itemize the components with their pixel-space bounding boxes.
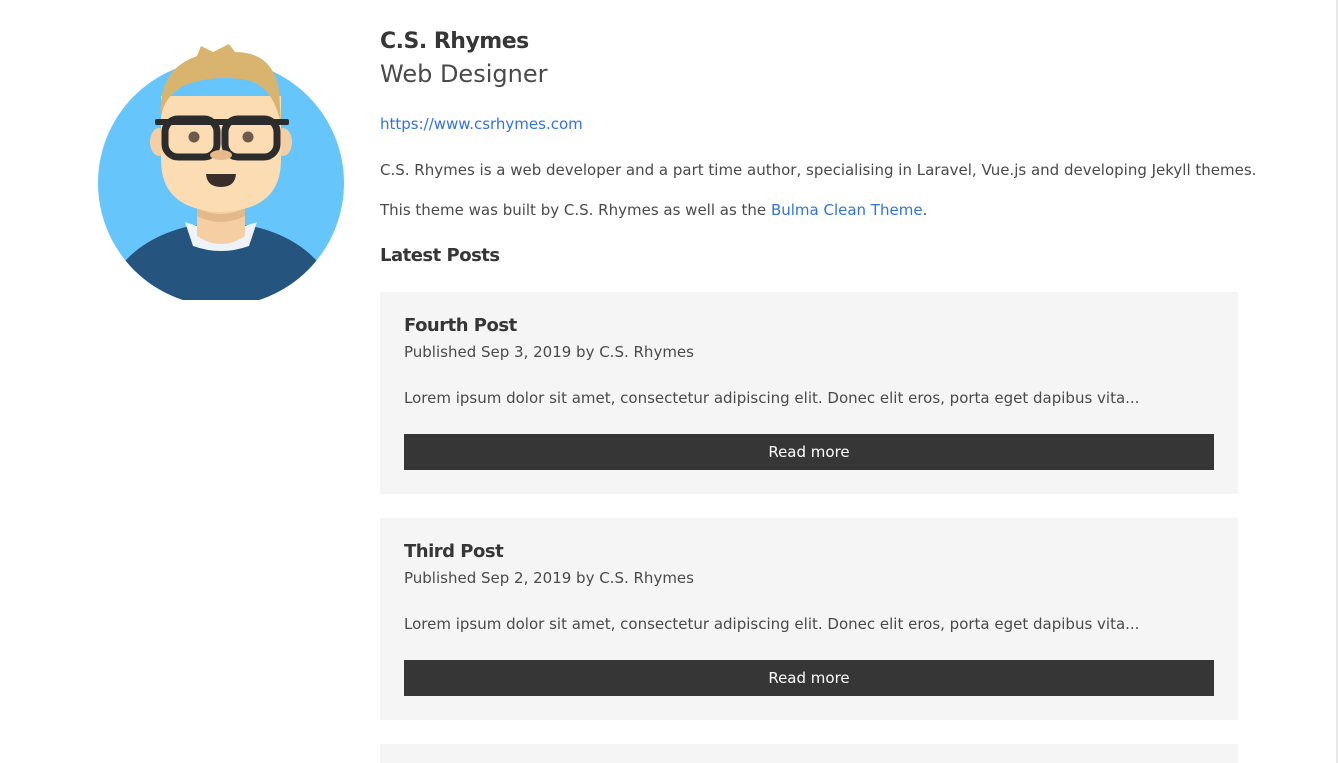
- read-more-button[interactable]: Read more: [404, 434, 1214, 470]
- post-meta: Published Sep 3, 2019 by C.S. Rhymes: [404, 343, 694, 361]
- author-role: Web Designer: [380, 60, 548, 88]
- post-card: Fourth Post Published Sep 3, 2019 by C.S…: [380, 292, 1238, 494]
- author-bio: C.S. Rhymes is a web developer and a par…: [380, 161, 1257, 179]
- bulma-clean-theme-link[interactable]: Bulma Clean Theme: [771, 201, 923, 219]
- post-title-link[interactable]: Fourth Post: [404, 315, 517, 336]
- author-website-link[interactable]: https://www.csrhymes.com: [380, 115, 583, 133]
- theme-credit-suffix: .: [922, 201, 928, 219]
- post-card-partial: [380, 744, 1238, 763]
- theme-credit: This theme was built by C.S. Rhymes as w…: [380, 201, 927, 219]
- latest-posts-heading: Latest Posts: [380, 245, 500, 266]
- post-card: Third Post Published Sep 2, 2019 by C.S.…: [380, 518, 1238, 720]
- theme-credit-text: This theme was built by C.S. Rhymes as w…: [380, 201, 771, 219]
- post-excerpt: Lorem ipsum dolor sit amet, consectetur …: [404, 389, 1140, 407]
- post-meta: Published Sep 2, 2019 by C.S. Rhymes: [404, 569, 694, 587]
- author-name: C.S. Rhymes: [380, 29, 529, 54]
- cartoon-avatar-icon: [98, 44, 344, 306]
- post-excerpt: Lorem ipsum dolor sit amet, consectetur …: [404, 615, 1140, 633]
- avatar: [97, 40, 345, 306]
- post-title-link[interactable]: Third Post: [404, 541, 504, 562]
- page: C.S. Rhymes Web Designer https://www.csr…: [0, 0, 1338, 763]
- read-more-button[interactable]: Read more: [404, 660, 1214, 696]
